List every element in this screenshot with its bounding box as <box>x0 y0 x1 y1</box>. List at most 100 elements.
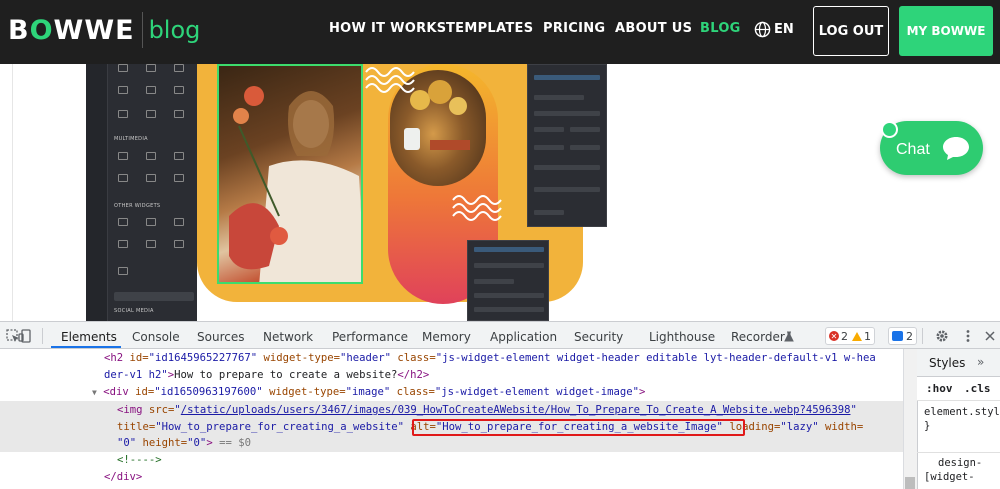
devtools-tab-bar: Elements Console Sources Network Perform… <box>0 321 1000 349</box>
editor-properties-panel <box>527 64 607 227</box>
dom-line-comment[interactable]: <!----> <box>117 452 162 469</box>
panel-field <box>534 111 600 116</box>
widget-icon <box>146 110 156 118</box>
chat-label: Chat <box>896 141 930 158</box>
active-tab-indicator <box>51 346 121 348</box>
widget-icon <box>146 64 156 72</box>
tab-recorder[interactable]: Recorder <box>731 330 785 344</box>
warning-icon <box>852 331 862 341</box>
panel-field <box>474 263 544 268</box>
dom-line-div-open[interactable]: ▼ <div id="id1650963197600" widget-type=… <box>92 384 645 401</box>
editor-sidebar-mockup: MULTIMEDIA OTHER WIDGETS SOCIAL MEDIA <box>86 64 197 321</box>
tab-performance[interactable]: Performance <box>332 330 408 344</box>
tab-memory[interactable]: Memory <box>422 330 471 344</box>
language-selector[interactable]: EN <box>774 22 794 37</box>
device-toolbar-icon[interactable] <box>18 329 32 343</box>
rule-divider <box>917 452 1000 453</box>
panel-tab-bar <box>534 75 600 80</box>
error-count: 2 <box>841 329 848 343</box>
widget-icon <box>146 86 156 94</box>
editor-section-other-widgets: OTHER WIDGETS <box>114 203 161 209</box>
more-tabs-chevron-icon[interactable]: » <box>977 355 984 369</box>
chat-online-indicator <box>881 121 898 138</box>
widget-icon <box>174 86 184 94</box>
rule-close-brace: } <box>924 420 931 432</box>
editor-dropdown <box>114 292 194 301</box>
widget-icon <box>118 152 128 160</box>
close-devtools-icon[interactable] <box>983 329 997 343</box>
widget-icon <box>118 267 128 275</box>
widget-icon <box>174 240 184 248</box>
widget-icon <box>174 110 184 118</box>
class-toggle[interactable]: .cls <box>964 382 991 395</box>
toolbar-divider <box>42 328 43 344</box>
tab-sources[interactable]: Sources <box>197 330 244 344</box>
photo-illustration <box>229 86 361 282</box>
editor-section-social-media: SOCIAL MEDIA <box>114 308 154 314</box>
tab-network[interactable]: Network <box>263 330 313 344</box>
toolbar-divider <box>922 328 923 344</box>
nav-link-pricing[interactable]: PRICING <box>543 21 605 36</box>
nav-link-about-us[interactable]: ABOUT US <box>615 21 692 36</box>
wave-decoration <box>365 67 415 93</box>
panel-field <box>534 165 600 170</box>
chat-bubble-icon <box>943 137 969 160</box>
panel-field <box>570 145 600 150</box>
img-src-link[interactable]: /static/uploads/users/3467/images/039_Ho… <box>181 404 851 416</box>
widget-icon <box>174 152 184 160</box>
dom-line-h2-open[interactable]: <h2 id="id1645965227767" widget-type="he… <box>104 350 876 367</box>
flask-icon <box>784 331 794 342</box>
dom-line-img-src[interactable]: <img src="/static/uploads/users/3467/ima… <box>117 402 857 419</box>
more-options-icon[interactable] <box>961 329 975 343</box>
tab-console[interactable]: Console <box>132 330 180 344</box>
dom-line-img-end[interactable]: "0" height="0"> == $0 <box>117 435 251 452</box>
tab-security[interactable]: Security <box>574 330 623 344</box>
message-icon <box>892 331 903 341</box>
editor-rail <box>86 64 108 321</box>
logo-wordmark: BOWWE <box>8 14 135 46</box>
widget-icon <box>118 86 128 94</box>
tab-application[interactable]: Application <box>490 330 557 344</box>
nav-link-templates[interactable]: TEMPLATES <box>446 21 533 36</box>
panel-field <box>534 145 564 150</box>
globe-icon[interactable] <box>754 21 771 38</box>
bowwe-blog-logo[interactable]: BOWWE blog <box>8 10 200 50</box>
css-rule-selector[interactable]: design- <box>938 457 982 469</box>
panel-field <box>474 293 544 298</box>
messages-badge[interactable]: 2 <box>888 327 917 345</box>
panel-tab-bar <box>474 247 544 252</box>
log-out-button[interactable]: LOG OUT <box>813 6 889 56</box>
dom-line-h2-content[interactable]: der-v1 h2">How to prepare to create a we… <box>104 367 429 384</box>
panel-field <box>534 187 600 192</box>
error-icon: ✕ <box>829 331 839 341</box>
widget-icon <box>174 64 184 72</box>
dom-tree-scrollbar[interactable] <box>903 349 917 489</box>
dom-line-div-close[interactable]: </div> <box>104 469 142 486</box>
nav-link-how-it-works[interactable]: HOW IT WORKS <box>329 21 446 36</box>
alt-attribute-highlight-box <box>412 419 745 436</box>
widget-icon <box>174 174 184 182</box>
issues-badge[interactable]: ✕ 2 1 <box>825 327 875 345</box>
wave-decoration <box>452 195 502 221</box>
message-count: 2 <box>906 329 913 343</box>
widget-icon <box>174 218 184 226</box>
my-bowwe-button[interactable]: MY BOWWE <box>899 6 993 56</box>
widget-icon <box>118 174 128 182</box>
panel-field <box>474 279 514 284</box>
tab-styles[interactable]: Styles <box>929 356 965 370</box>
widget-icon <box>118 110 128 118</box>
widget-icon <box>118 218 128 226</box>
nav-link-blog[interactable]: BLOG <box>700 21 741 36</box>
tab-lighthouse[interactable]: Lighthouse <box>649 330 715 344</box>
woman-with-flowers-photo <box>217 64 363 284</box>
panel-field <box>534 95 584 100</box>
scrollbar-thumb[interactable] <box>905 477 915 489</box>
widget-icon <box>146 240 156 248</box>
widget-icon <box>146 218 156 226</box>
element-style-rule[interactable]: element.style { <box>924 406 1000 418</box>
article-hero-image: MULTIMEDIA OTHER WIDGETS SOCIAL MEDIA <box>86 64 682 321</box>
css-rule-selector[interactable]: [widget- <box>924 471 975 483</box>
tab-elements[interactable]: Elements <box>61 330 117 344</box>
settings-gear-icon[interactable] <box>935 329 949 343</box>
hover-state-toggle[interactable]: :hov <box>926 382 953 395</box>
